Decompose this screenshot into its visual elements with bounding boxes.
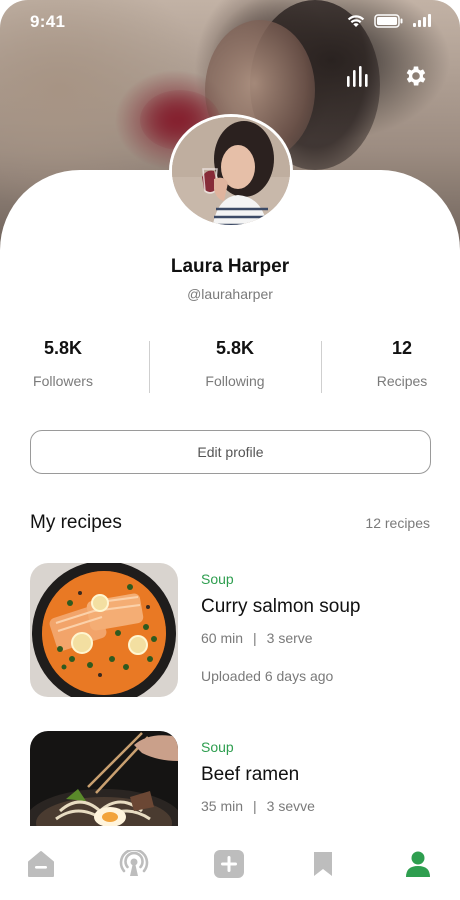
section-title: My recipes bbox=[30, 512, 122, 533]
stats-row: 5.8K Followers 5.8K Following 12 Recipes bbox=[0, 338, 460, 394]
add-icon bbox=[214, 850, 244, 878]
status-bar: 9:41 bbox=[0, 0, 460, 44]
stat-divider bbox=[321, 341, 322, 393]
tab-bar bbox=[0, 826, 460, 900]
tab-saved[interactable] bbox=[305, 846, 341, 882]
recipe-meta: 60 min | 3 serve bbox=[201, 630, 313, 646]
broadcast-icon bbox=[119, 850, 149, 876]
profile-icon bbox=[406, 851, 430, 877]
profile-handle: @lauraharper bbox=[187, 286, 273, 302]
recipe-meta: 35 min | 3 sevve bbox=[201, 798, 315, 814]
stats-button[interactable] bbox=[344, 62, 372, 90]
recipe-category: Soup bbox=[201, 739, 234, 755]
status-time: 9:41 bbox=[30, 12, 66, 31]
stat-value: 12 bbox=[391, 338, 413, 358]
recipe-count: 12 recipes bbox=[365, 515, 430, 531]
stat-label: Recipes bbox=[376, 373, 428, 389]
stat-recipes[interactable]: 12 Recipes bbox=[372, 338, 432, 389]
recipe-title: Curry salmon soup bbox=[201, 596, 361, 617]
tab-home[interactable] bbox=[23, 846, 59, 882]
recipe-image bbox=[30, 731, 178, 826]
home-icon bbox=[28, 851, 54, 877]
signal-icon bbox=[412, 14, 432, 33]
stat-value: 5.8K bbox=[43, 338, 83, 358]
recipe-category: Soup bbox=[201, 571, 234, 587]
recipe-serve: 3 sevve bbox=[266, 798, 315, 814]
tab-create[interactable] bbox=[211, 846, 247, 882]
stat-label: Followers bbox=[33, 373, 93, 389]
bar-chart-icon bbox=[347, 66, 368, 87]
wifi-icon bbox=[346, 14, 366, 33]
stat-followers[interactable]: 5.8K Followers bbox=[30, 338, 96, 389]
recipe-image bbox=[30, 563, 178, 697]
gear-icon bbox=[406, 66, 426, 86]
stat-value: 5.8K bbox=[215, 338, 255, 358]
bookmark-icon bbox=[314, 852, 332, 876]
tab-live[interactable] bbox=[116, 846, 152, 882]
battery-icon bbox=[374, 14, 404, 33]
stat-label: Following bbox=[205, 373, 265, 389]
recipe-title: Beef ramen bbox=[201, 764, 300, 785]
recipe-card[interactable]: Soup Curry salmon soup 60 min | 3 serve Up… bbox=[30, 563, 430, 697]
recipe-serve: 3 serve bbox=[266, 630, 313, 646]
recipe-time: 60 min bbox=[201, 630, 244, 646]
stat-following[interactable]: 5.8K Following bbox=[197, 338, 273, 389]
profile-name: Laura Harper bbox=[170, 256, 290, 277]
avatar[interactable] bbox=[169, 114, 293, 228]
tab-profile[interactable] bbox=[400, 846, 436, 882]
recipe-uploaded: Uploaded 6 days ago bbox=[201, 668, 334, 684]
stat-divider bbox=[149, 341, 150, 393]
settings-button[interactable] bbox=[402, 62, 430, 90]
edit-profile-button[interactable]: Edit profile bbox=[30, 430, 431, 474]
recipe-time: 35 min bbox=[201, 798, 244, 814]
profile-screen: 9:41 Laura Harper @lauraharper 5.8K Foll… bbox=[0, 0, 460, 900]
